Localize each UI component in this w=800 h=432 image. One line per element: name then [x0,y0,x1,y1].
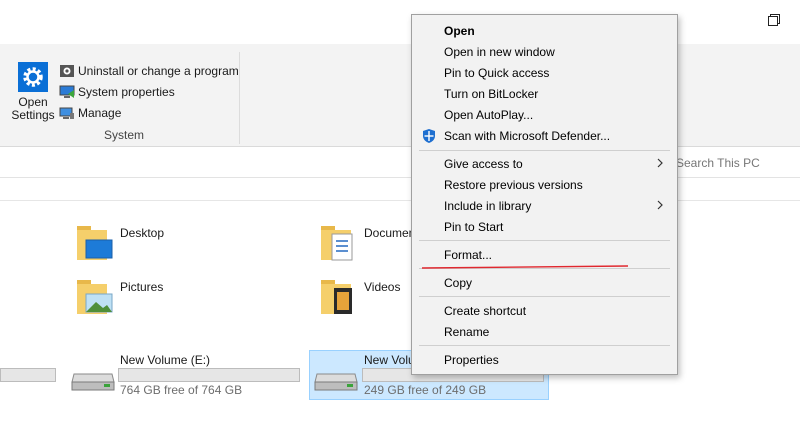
drive-volume[interactable] [313,368,359,395]
drive-name: New Volume (E:) [120,353,211,367]
uninstall-program-button[interactable]: Uninstall or change a program [59,61,239,81]
menu-item-copy[interactable]: Copy [412,272,677,293]
menu-separator [419,240,670,241]
menu-separator [419,345,670,346]
menu-item-open-new-window[interactable]: Open in new window [412,41,677,62]
menu-item-properties[interactable]: Properties [412,349,677,370]
manage-computer-icon [59,105,75,121]
menu-item-label: Restore previous versions [444,177,583,192]
annotation-underline [421,265,629,269]
menu-item-give-access[interactable]: Give access to [412,153,677,174]
menu-item-bitlocker[interactable]: Turn on BitLocker [412,83,677,104]
drive-usage-bar [118,368,300,382]
menu-item-label: Include in library [444,198,532,213]
open-settings-button[interactable]: Open Settings [10,60,56,126]
folder-desktop[interactable] [76,222,114,265]
folder-label-videos: Videos [364,280,401,294]
drive-icon [71,373,115,391]
restore-window-icon[interactable] [768,14,780,26]
folder-label-documents: Documen [364,226,416,240]
drive-free-space: 764 GB free of 764 GB [120,383,243,397]
chevron-right-icon [657,158,663,168]
menu-item-open[interactable]: Open [412,20,677,41]
menu-item-autoplay[interactable]: Open AutoPlay... [412,104,677,125]
folder-label-desktop: Desktop [120,226,165,240]
uninstall-label: Uninstall or change a program [78,64,239,78]
drive-e[interactable] [70,368,116,395]
programs-icon [59,63,75,79]
system-properties-icon [59,84,75,100]
title-bar [0,0,800,44]
menu-separator [419,296,670,297]
menu-item-pin-start[interactable]: Pin to Start [412,216,677,237]
folder-pictures[interactable] [76,276,114,319]
menu-item-label: Open in new window [444,44,555,59]
folder-icon [321,226,353,261]
menu-item-label: Turn on BitLocker [444,86,539,101]
menu-item-label: Open AutoPlay... [444,107,534,122]
menu-item-label: Open [444,23,475,38]
menu-item-label: Scan with Microsoft Defender... [444,128,611,143]
gear-icon [18,62,48,92]
folder-label-pictures: Pictures [120,280,164,294]
menu-item-defender-scan[interactable]: Scan with Microsoft Defender... [412,125,677,146]
defender-shield-icon [423,129,435,143]
folder-videos[interactable] [320,276,358,319]
drive-usage-bar [0,368,56,382]
folder-icon [77,226,113,260]
menu-item-label: Format... [444,247,493,262]
menu-item-label: Pin to Quick access [444,65,550,80]
search-input[interactable]: Search This PC [676,156,760,170]
menu-item-label: Give access to [444,156,523,171]
manage-label: Manage [78,106,122,120]
menu-item-rename[interactable]: Rename [412,321,677,342]
menu-item-pin-quick-access[interactable]: Pin to Quick access [412,62,677,83]
menu-item-label: Pin to Start [444,219,504,234]
folder-documents[interactable] [320,222,358,265]
system-properties-button[interactable]: System properties [59,82,175,102]
menu-separator [419,150,670,151]
menu-item-label: Rename [444,324,490,339]
context-menu: Open Open in new window Pin to Quick acc… [411,14,678,375]
drive-icon [314,373,358,391]
chevron-right-icon [657,200,663,210]
menu-item-label: Properties [444,352,499,367]
folder-icon [321,280,352,314]
menu-item-label: Create shortcut [444,303,527,318]
menu-item-include-library[interactable]: Include in library [412,195,677,216]
menu-item-label: Copy [444,275,473,290]
open-settings-label: Open Settings [11,95,55,122]
folder-icon [77,280,113,314]
system-properties-label: System properties [78,85,175,99]
menu-item-restore-versions[interactable]: Restore previous versions [412,174,677,195]
ribbon-group-label: System [104,128,145,142]
menu-item-format[interactable]: Format... [412,244,677,265]
menu-item-create-shortcut[interactable]: Create shortcut [412,300,677,321]
drive-free-space: 249 GB free of 249 GB [364,383,487,397]
manage-button[interactable]: Manage [59,103,121,123]
drive-name: New Volu [364,353,415,367]
